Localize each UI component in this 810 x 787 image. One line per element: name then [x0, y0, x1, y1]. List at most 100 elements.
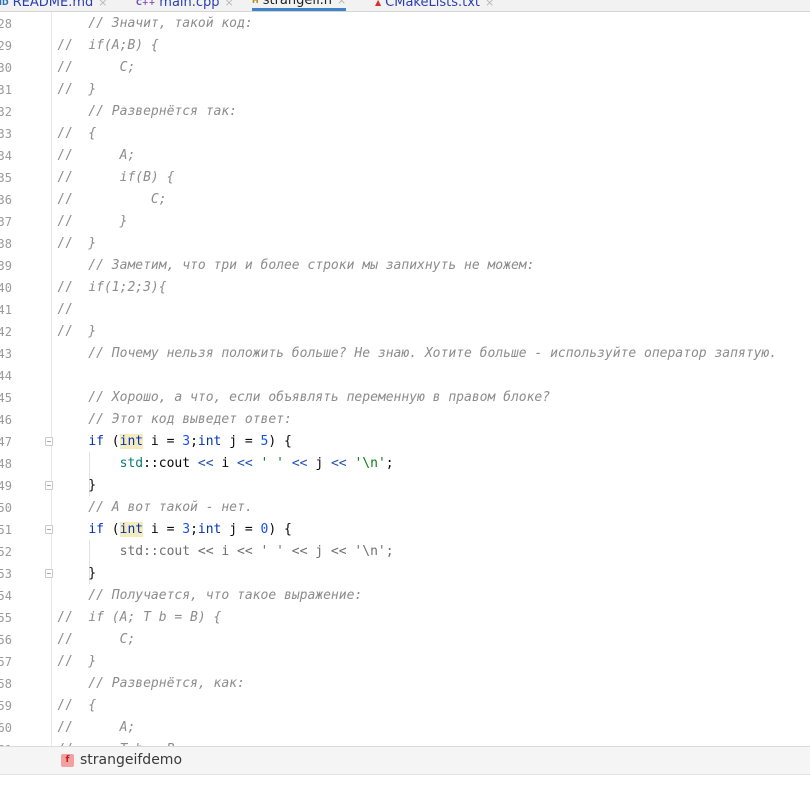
code-editor[interactable]: 28 // Значит, такой код: 29// if(A;B) {30… — [0, 12, 810, 746]
line-number: 28 — [0, 17, 12, 31]
code-line[interactable]: 36 // C; — [0, 189, 810, 211]
close-icon[interactable]: × — [485, 0, 494, 9]
code-line[interactable]: 39 // Заметим, что три и более строки мы… — [0, 255, 810, 277]
code-line[interactable]: 35 // if(B) { — [0, 167, 810, 189]
code-text: // Развернётся, как: — [57, 673, 245, 695]
tab-4[interactable]: ▲ CMakeLists.txt × — [375, 0, 494, 11]
fold-marker-icon[interactable] — [45, 525, 53, 534]
tab-2[interactable]: C++ main.cpp × — [136, 0, 234, 11]
code-line[interactable]: 49 } — [0, 475, 810, 497]
code-token: ( — [103, 434, 120, 449]
line-number: 45 — [0, 391, 12, 405]
current-function-label[interactable]: strangeifdemo — [80, 752, 182, 768]
close-icon[interactable]: × — [225, 0, 234, 9]
code-text: // Почему нельзя положить больше? Не зна… — [57, 343, 777, 365]
code-token: // — [57, 170, 120, 185]
line-number: 53 — [0, 567, 12, 581]
code-line[interactable]: 37 // } — [0, 211, 810, 233]
code-token: << — [237, 456, 253, 471]
code-line[interactable]: 44 — [0, 365, 810, 387]
code-line[interactable]: 55 // if (A; T b = B) { — [0, 607, 810, 629]
code-lines[interactable]: 28 // Значит, такой код: 29// if(A;B) {30… — [0, 13, 810, 746]
line-number: 51 — [0, 523, 12, 537]
code-line[interactable]: 48 std::cout << i << ' ' << j << '\n'; — [0, 453, 810, 475]
code-line[interactable]: 32 // Развернётся так: — [0, 101, 810, 123]
code-line[interactable]: 34 // A; — [0, 145, 810, 167]
close-icon[interactable]: × — [98, 0, 107, 9]
tab-3[interactable]: Hstrangeif.h × — [252, 0, 347, 11]
code-line[interactable]: 47 if (int i = 3;int j = 5) { — [0, 431, 810, 453]
code-token: // Развернётся, как: — [57, 676, 245, 691]
code-line[interactable]: 46 // Этот код выведет ответ: — [0, 409, 810, 431]
code-line[interactable]: 43 // Почему нельзя положить больше? Не … — [0, 343, 810, 365]
code-token: ) { — [268, 522, 292, 537]
code-token: ' ' — [260, 456, 285, 471]
code-token: ( — [103, 522, 120, 537]
code-line[interactable]: 58 // Развернётся, как: — [0, 673, 810, 695]
fold-marker-icon[interactable] — [45, 481, 53, 490]
line-number: 60 — [0, 721, 12, 735]
code-token: // — [57, 236, 89, 251]
code-token: } — [88, 82, 97, 97]
line-number: 43 — [0, 347, 12, 361]
code-token: int — [197, 434, 222, 449]
code-line[interactable]: 60 // A; — [0, 717, 810, 739]
code-line[interactable]: 52 std::cout << i << ' ' << j << '\n'; — [0, 541, 810, 563]
code-line[interactable]: 54 // Получается, что такое выражение: — [0, 585, 810, 607]
code-line[interactable]: 51 if (int i = 3;int j = 0) { — [0, 519, 810, 541]
code-text: // { — [57, 123, 96, 145]
code-token: ; — [190, 522, 198, 537]
code-token: int — [119, 434, 144, 449]
code-line[interactable]: 45 // Хорошо, а что, если объявлять пере… — [0, 387, 810, 409]
code-line[interactable]: 53 } — [0, 563, 810, 585]
line-number: 52 — [0, 545, 12, 559]
code-token: j = — [221, 522, 261, 537]
file-type-icon: H — [252, 0, 259, 5]
code-token: j = — [221, 434, 261, 449]
code-token: '\n' — [354, 456, 386, 471]
code-token: i = — [143, 434, 183, 449]
code-text: // C; — [57, 57, 135, 79]
code-line[interactable]: 28 // Значит, такой код: — [0, 13, 810, 35]
code-line[interactable]: 56 // C; — [0, 629, 810, 651]
code-token: 3 — [182, 522, 191, 537]
code-line[interactable]: 50 // А вот такой - нет. — [0, 497, 810, 519]
code-text: // C; — [57, 629, 135, 651]
code-line[interactable]: 38 // } — [0, 233, 810, 255]
line-number: 30 — [0, 61, 12, 75]
file-type-icon: MD — [0, 0, 9, 7]
code-line[interactable]: 30 // C; — [0, 57, 810, 79]
code-line[interactable]: 29 // if(A;B) { — [0, 35, 810, 57]
tab-1[interactable]: MDREADME.md × — [0, 0, 107, 11]
fold-marker-icon[interactable] — [45, 569, 53, 578]
line-number: 31 — [0, 83, 12, 97]
code-token: ) { — [268, 434, 292, 449]
code-text: // } — [57, 79, 96, 101]
code-token: A; — [119, 148, 136, 163]
fold-marker-icon[interactable] — [45, 437, 53, 446]
code-line[interactable]: 31 // } — [0, 79, 810, 101]
code-line[interactable]: 61 // T b = B; — [0, 739, 810, 746]
code-line[interactable]: 41 // — [0, 299, 810, 321]
code-token: j — [307, 456, 331, 471]
code-token: A; — [119, 720, 136, 735]
code-token: C; — [119, 60, 136, 75]
code-text: // Хорошо, а что, если объявлять перемен… — [57, 387, 550, 409]
code-token: // Получается, что такое выражение: — [57, 588, 363, 603]
close-icon[interactable]: × — [337, 0, 346, 7]
code-token: std — [119, 456, 144, 471]
code-token: // — [57, 192, 151, 207]
code-line[interactable]: 42 // } — [0, 321, 810, 343]
code-text: // A; — [57, 145, 135, 167]
code-token: std::cout << i << ' ' << j << '\n'; — [57, 544, 394, 559]
code-token: if (A; T b = B) { — [88, 610, 222, 625]
code-text: } — [57, 475, 96, 497]
code-line[interactable]: 33 // { — [0, 123, 810, 145]
line-number: 48 — [0, 457, 12, 471]
code-line[interactable]: 59 // { — [0, 695, 810, 717]
code-line[interactable]: 57 // } — [0, 651, 810, 673]
line-number: 39 — [0, 259, 12, 273]
code-line[interactable]: 40 // if(1;2;3){ — [0, 277, 810, 299]
bottom-panel-edge — [0, 774, 810, 787]
